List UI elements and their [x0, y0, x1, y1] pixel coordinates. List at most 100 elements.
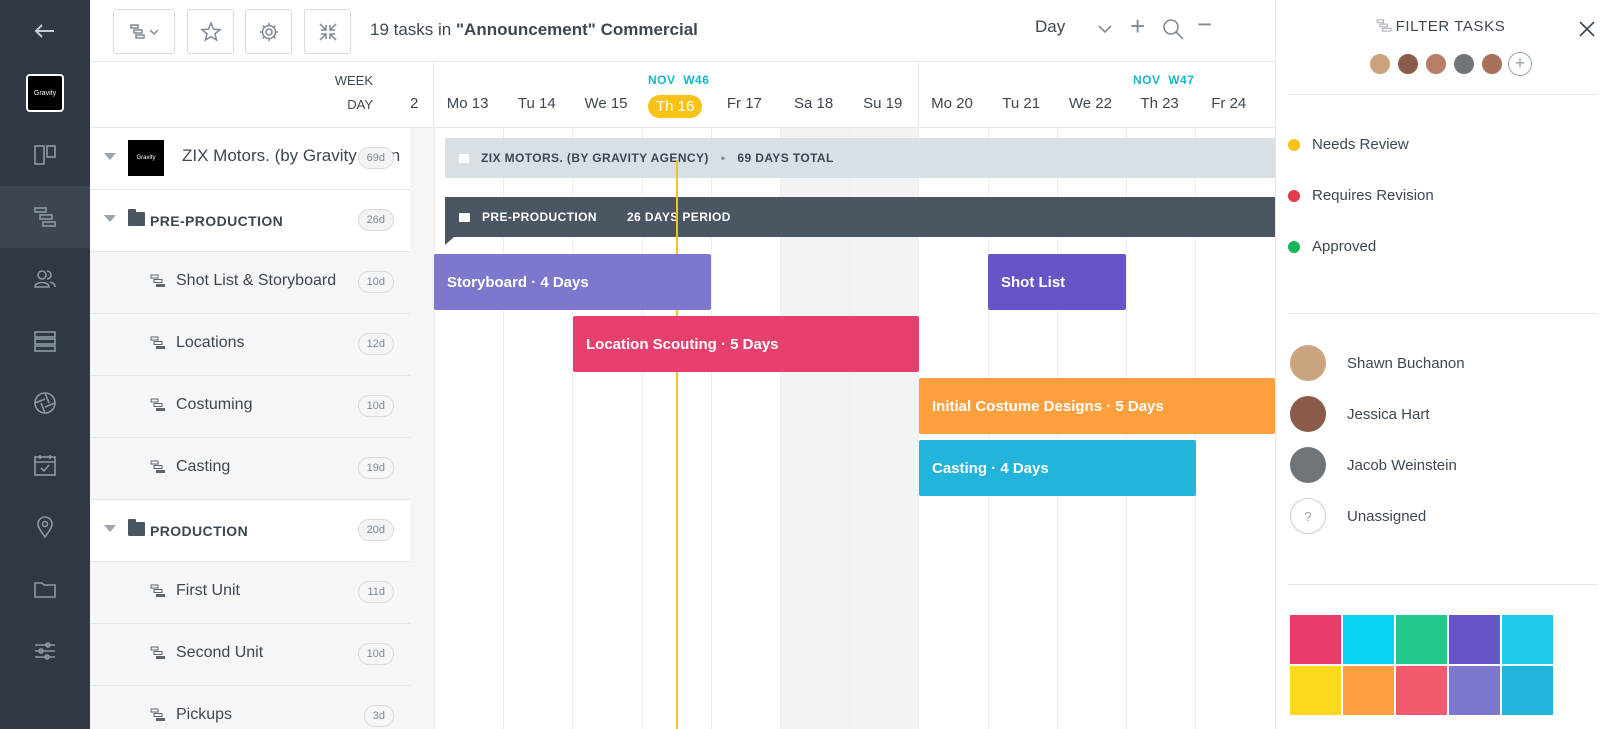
week-label-w46: NOV W46 [648, 73, 710, 87]
project-row[interactable]: Gravity ZIX Motors. (by Gravity Agency) … [90, 128, 410, 190]
assignee-filter[interactable]: Jacob Weinstein [1290, 447, 1457, 483]
task-bar-shot-list[interactable]: Shot List [988, 254, 1126, 310]
add-member-icon[interactable]: + [1508, 52, 1532, 76]
collapse-icon[interactable] [304, 9, 351, 54]
color-swatch[interactable] [1449, 615, 1500, 664]
aperture-icon[interactable] [0, 372, 90, 434]
day-label-today: Th 16 [641, 95, 710, 118]
day-label: 12 [410, 95, 419, 112]
duration-badge: 12d [357, 333, 394, 355]
star-icon[interactable] [187, 9, 234, 54]
status-dot [1288, 138, 1300, 151]
zoom-in-button[interactable]: + [1130, 11, 1145, 42]
task-row[interactable]: Casting 19d [90, 438, 410, 500]
avatar [1290, 447, 1326, 483]
subtask-icon [150, 460, 165, 473]
status-filter[interactable]: Requires Revision [1288, 187, 1434, 204]
duration-badge: 10d [357, 395, 394, 417]
duration-badge: 11d [358, 581, 394, 603]
assignee-filter[interactable]: Shawn Buchanon [1290, 345, 1465, 381]
folder-icon[interactable] [0, 558, 90, 620]
task-list: WEEK DAY Gravity ZIX Motors. (by Gravity… [90, 62, 410, 729]
group-row[interactable]: PRE-PRODUCTION 26d [90, 190, 410, 252]
group-label: PRODUCTION [150, 523, 249, 539]
avatar[interactable] [1368, 52, 1392, 76]
duration-badge: 26d [357, 209, 394, 231]
status-dot [1288, 189, 1300, 202]
task-label: Second Unit [176, 644, 264, 661]
task-row[interactable]: Locations 12d [90, 314, 410, 376]
today-line [676, 160, 678, 729]
project-summary-bar[interactable]: ZIX MOTORS. (BY GRAVITY AGENCY) • 69 DAY… [445, 138, 1275, 178]
task-row[interactable]: Second Unit 10d [90, 624, 410, 686]
separator-dot: • [720, 151, 726, 165]
status-filter[interactable]: Needs Review [1288, 136, 1409, 153]
zoom-out-button[interactable]: − [1197, 9, 1212, 40]
group-bar-name: PRE-PRODUCTION [482, 210, 597, 224]
task-label: Costuming [176, 396, 253, 413]
task-bar-casting[interactable]: Casting · 4 Days [919, 440, 1196, 496]
color-swatch[interactable] [1396, 666, 1447, 715]
week-separator [433, 62, 434, 128]
group-by-button[interactable] [113, 9, 175, 54]
task-bar-costume-designs[interactable]: Initial Costume Designs · 5 Days [919, 378, 1275, 434]
color-swatch[interactable] [1343, 615, 1394, 664]
task-row[interactable]: First Unit 11d [90, 562, 410, 624]
task-bar-storyboard[interactable]: Storyboard · 4 Days [434, 254, 711, 310]
day-label: Fr 17 [726, 95, 762, 112]
day-label: We 22 [1068, 95, 1112, 112]
day-label: Su 19 [863, 95, 903, 112]
close-icon[interactable] [1578, 20, 1596, 38]
calendar-icon[interactable] [0, 434, 90, 496]
task-row[interactable]: Shot List & Storyboard 10d [90, 252, 410, 314]
people-icon[interactable] [0, 248, 90, 310]
task-bar-location-scouting[interactable]: Location Scouting · 5 Days [573, 316, 919, 372]
board-icon[interactable] [0, 124, 90, 186]
day-label: Tu 14 [517, 95, 556, 112]
duration-badge: 19d [357, 457, 394, 479]
project-logo: Gravity [128, 140, 164, 176]
color-swatch[interactable] [1449, 666, 1500, 715]
assignee-filter[interactable]: ? Unassigned [1290, 498, 1426, 534]
color-swatch[interactable] [1290, 666, 1341, 715]
zoom-level-select[interactable]: Day [1035, 17, 1065, 37]
list-icon[interactable] [0, 310, 90, 372]
caret-down-icon[interactable] [104, 525, 116, 532]
color-swatch[interactable] [1502, 615, 1553, 664]
status-filter[interactable]: Approved [1288, 238, 1376, 255]
assignee-filter[interactable]: Jessica Hart [1290, 396, 1430, 432]
timeline-icon[interactable] [0, 186, 90, 248]
group-summary-bar[interactable]: PRE-PRODUCTION 26 DAYS PERIOD [445, 197, 1275, 245]
divider [1288, 584, 1598, 585]
gear-icon[interactable] [245, 9, 292, 54]
document-icon [459, 153, 469, 163]
avatar[interactable] [1452, 52, 1476, 76]
task-row[interactable]: Pickups 3d [90, 686, 410, 729]
color-swatch[interactable] [1290, 615, 1341, 664]
task-label: Casting [176, 458, 231, 475]
task-row[interactable]: Costuming 10d [90, 376, 410, 438]
color-swatch[interactable] [1343, 666, 1394, 715]
caret-down-icon[interactable] [104, 153, 116, 160]
day-header-label: DAY [347, 97, 373, 112]
avatar[interactable] [1480, 52, 1504, 76]
week-header-label: WEEK [334, 73, 373, 88]
left-nav: Gravity [0, 0, 90, 729]
group-row[interactable]: PRODUCTION 20d [90, 500, 410, 562]
workspace-logo[interactable]: Gravity [0, 62, 90, 124]
location-icon[interactable] [0, 496, 90, 558]
chevron-down-icon[interactable] [1092, 16, 1118, 42]
sliders-icon[interactable] [0, 620, 90, 682]
color-swatch[interactable] [1502, 666, 1553, 715]
task-label: Shot List & Storyboard [176, 272, 337, 289]
color-swatch[interactable] [1396, 615, 1447, 664]
status-label: Needs Review [1312, 136, 1409, 153]
back-arrow-icon[interactable] [0, 0, 90, 62]
zoom-fit-icon[interactable] [1160, 16, 1186, 42]
caret-down-icon[interactable] [104, 215, 116, 222]
avatar [1290, 345, 1326, 381]
gravity-logo: Gravity [26, 74, 64, 112]
avatar-row: + [1368, 52, 1532, 76]
avatar[interactable] [1424, 52, 1448, 76]
avatar[interactable] [1396, 52, 1420, 76]
